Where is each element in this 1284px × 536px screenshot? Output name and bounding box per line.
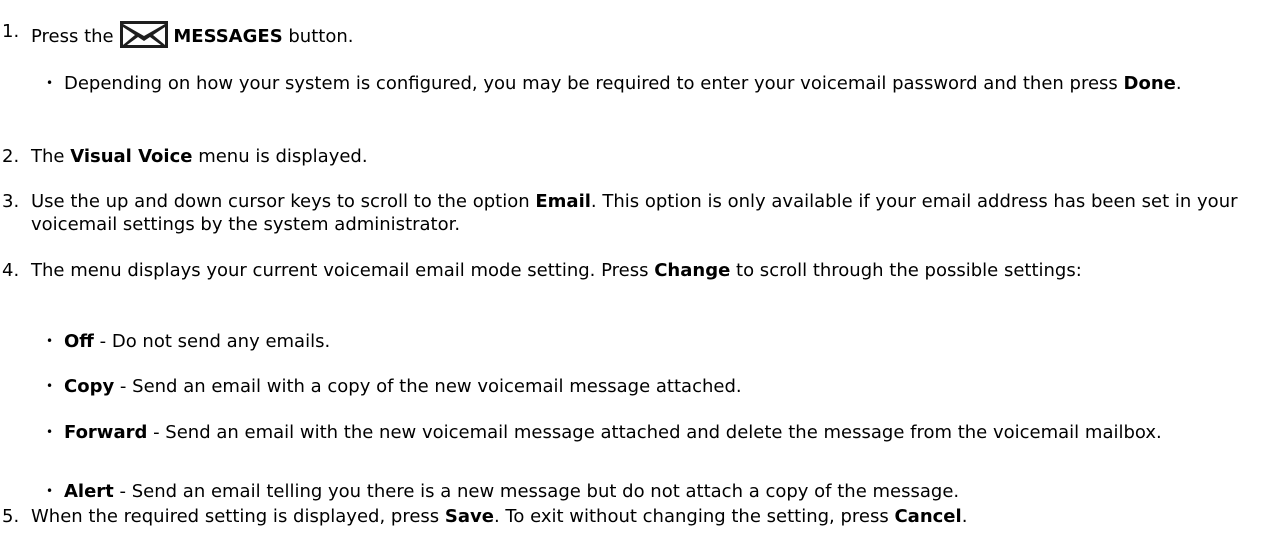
mode-text: Off - Do not send any emails. (64, 331, 331, 352)
envelope-icon (119, 20, 169, 49)
save-label: Save (444, 506, 494, 527)
bullet-icon: • (46, 76, 54, 90)
step-number: 3. (2, 191, 20, 212)
bullet-icon: • (46, 484, 54, 498)
note-text: Depending on how your system is configur… (64, 73, 1182, 94)
step-text: Press the MESSAGES button. (31, 20, 1276, 49)
step-number: 5. (2, 506, 20, 527)
mode-text: Alert - Send an email telling you there … (64, 481, 960, 502)
bullet-icon: • (46, 425, 54, 439)
mode-name: Alert (64, 481, 114, 502)
step-text: When the required setting is displayed, … (31, 506, 968, 527)
bullet-icon: • (46, 334, 54, 348)
step-number: 2. (2, 146, 20, 167)
step-text: The Visual Voice menu is displayed. (31, 146, 368, 167)
mode-text: Copy - Send an email with a copy of the … (64, 376, 742, 397)
step-number: 1. (2, 21, 20, 42)
change-label: Change (654, 260, 731, 281)
step-text: Use the up and down cursor keys to scrol… (31, 191, 1238, 235)
mode-name: Off (64, 331, 94, 352)
instructions-document: 1. Press the MESSAGES button. • Dependin… (0, 0, 1284, 536)
messages-button-label: MESSAGES (173, 26, 283, 47)
step-number: 4. (2, 260, 20, 281)
bullet-icon: • (46, 379, 54, 393)
done-label: Done (1123, 73, 1176, 94)
email-label: Email (535, 191, 591, 212)
step-text: The menu displays your current voicemail… (31, 260, 1082, 281)
mode-text: Forward - Send an email with the new voi… (64, 422, 1162, 443)
mode-name: Forward (64, 422, 148, 443)
visual-voice-label: Visual Voice (70, 146, 193, 167)
cancel-label: Cancel (894, 506, 962, 527)
mode-name: Copy (64, 376, 115, 397)
